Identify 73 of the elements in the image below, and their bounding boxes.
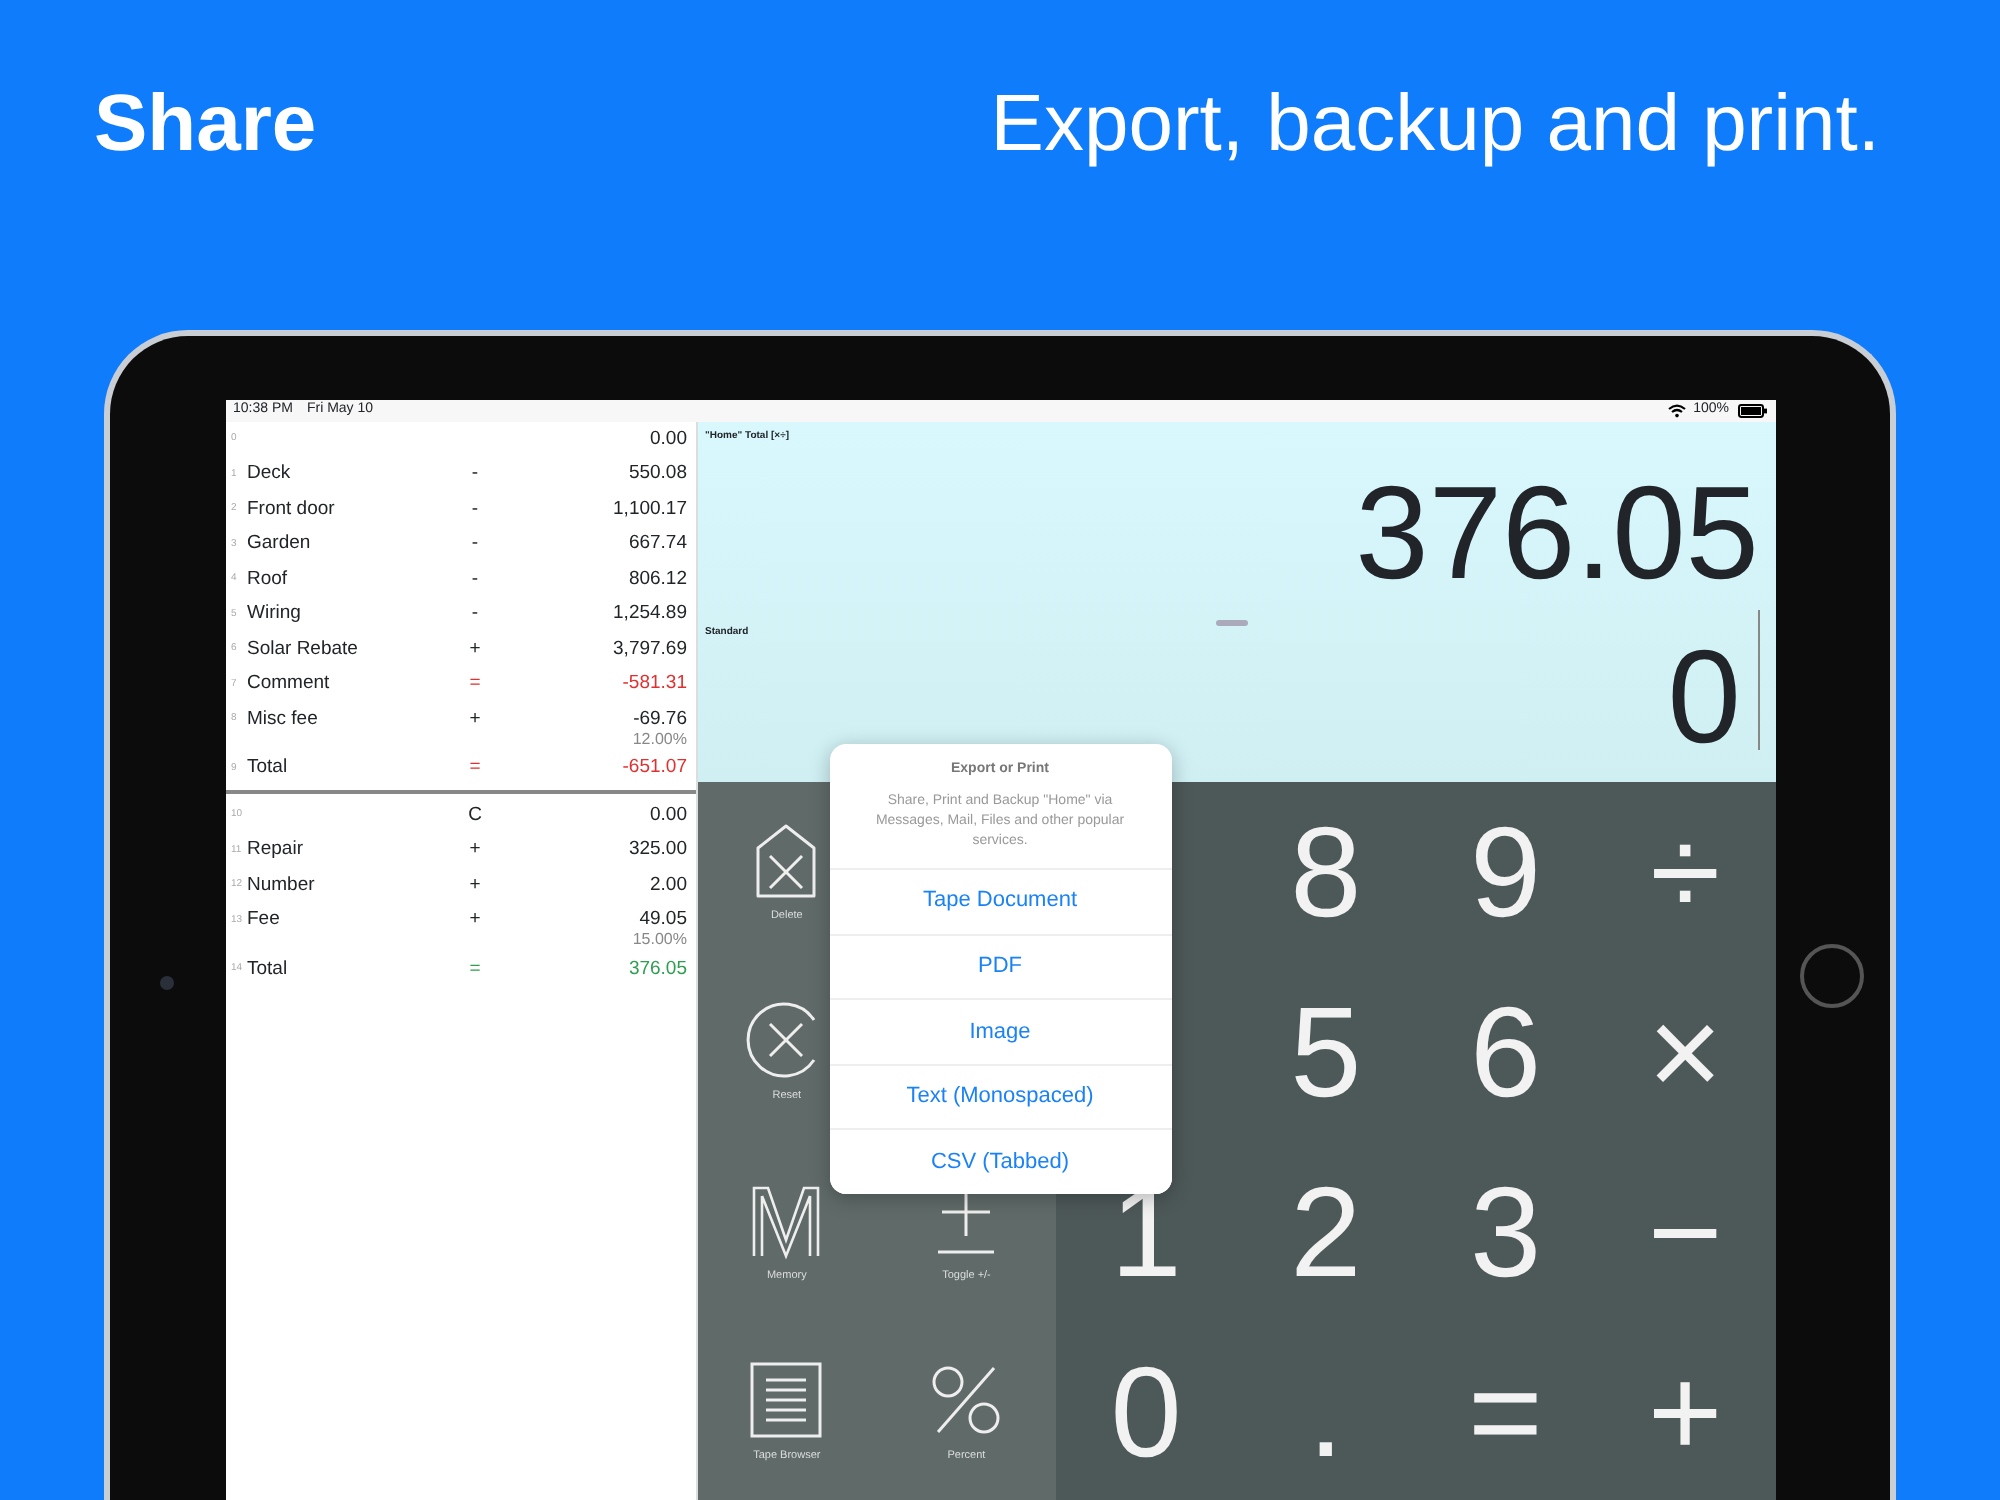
tape-value: -651.07 <box>622 756 687 779</box>
keypad-key[interactable]: 9 <box>1457 806 1554 938</box>
tape-value: 325.00 <box>628 838 687 861</box>
tape-operator: + <box>467 836 483 865</box>
tape-value: 376.05 <box>628 957 687 980</box>
total-display: 376.05 <box>1353 465 1759 597</box>
tape-operator: = <box>467 955 483 984</box>
entry-display: 0 <box>1667 630 1741 762</box>
tape-value: 550.08 <box>628 462 687 485</box>
tape-operator: + <box>467 906 483 935</box>
tape-value: 0.00 <box>650 803 687 826</box>
percent-note: 15.00% <box>632 930 687 948</box>
document-icon <box>746 1359 827 1440</box>
battery-icon <box>1737 404 1767 418</box>
tape-value: 806.12 <box>628 567 687 590</box>
tape-value: 49.05 <box>639 908 687 931</box>
tape-label: Repair <box>247 836 305 865</box>
tape-value: -581.31 <box>622 672 687 695</box>
keypad-key[interactable]: + <box>1635 1346 1735 1478</box>
export-option[interactable]: Tape Document <box>829 867 1171 934</box>
tape-label: Number <box>247 871 317 900</box>
keypad-key[interactable]: 8 <box>1278 806 1374 938</box>
tape-label: Total <box>247 754 290 783</box>
camera-icon <box>160 976 175 990</box>
tape-label: Front door <box>247 495 337 524</box>
tape-operator: - <box>469 495 481 524</box>
tape-label: Garden <box>247 530 313 559</box>
tape-label: Wiring <box>247 600 303 629</box>
percent-note: 12.00% <box>632 729 687 747</box>
keypad-key[interactable]: − <box>1635 1166 1735 1298</box>
keypad-key[interactable]: 5 <box>1278 986 1374 1118</box>
tape-value: 3,797.69 <box>613 637 687 660</box>
keypad-key[interactable]: 0 <box>1098 1346 1194 1478</box>
keypad-key[interactable]: 2 <box>1278 1166 1374 1298</box>
tape-operator: - <box>469 600 481 629</box>
keypad-key[interactable]: = <box>1456 1346 1555 1478</box>
home-button[interactable] <box>1800 944 1865 1008</box>
tape-value: 1,100.17 <box>613 497 687 520</box>
headline-tagline: Export, backup and print. <box>990 78 1880 172</box>
tape-value: 2.00 <box>650 873 687 896</box>
tape-operator: = <box>467 754 483 783</box>
keypad-key[interactable]: × <box>1635 986 1735 1118</box>
tape-value: 667.74 <box>628 532 687 555</box>
tape-value: 1,254.89 <box>613 602 687 625</box>
keypad-key[interactable]: 3 <box>1457 1166 1554 1298</box>
tape-operator: C <box>466 801 484 830</box>
tape-label: Total <box>247 955 290 984</box>
tape-label: Misc fee <box>247 705 320 734</box>
export-option[interactable]: CSV (Tabbed) <box>829 1128 1171 1194</box>
tape-label: Comment <box>247 670 332 699</box>
text-cursor <box>1757 610 1759 750</box>
keypad-key[interactable]: 6 <box>1457 986 1554 1118</box>
wifi-icon <box>1667 404 1686 418</box>
tape-operator: = <box>467 670 483 699</box>
keypad-key[interactable]: . <box>1296 1346 1356 1478</box>
tape-label: Solar Rebate <box>247 635 360 664</box>
tape-operator: + <box>467 705 483 734</box>
tape-label: Deck <box>247 460 293 489</box>
export-option[interactable]: Image <box>829 998 1171 1064</box>
export-option[interactable]: Text (Monospaced) <box>829 1063 1171 1129</box>
tape-label: Roof <box>247 565 290 594</box>
tape-operator: - <box>469 565 481 594</box>
tape-operator: + <box>467 635 483 664</box>
drag-handle[interactable] <box>1216 620 1248 626</box>
tape-label: Fee <box>247 906 282 935</box>
export-option[interactable]: PDF <box>829 933 1171 999</box>
tape-operator: - <box>469 530 481 559</box>
tape-value: 0.00 <box>650 427 687 450</box>
keypad-key[interactable]: ÷ <box>1638 806 1733 938</box>
tape-operator: + <box>467 871 483 900</box>
headline-title: Share <box>94 78 317 172</box>
tape-operator: - <box>469 460 481 489</box>
tape-value: -69.76 <box>633 707 687 730</box>
